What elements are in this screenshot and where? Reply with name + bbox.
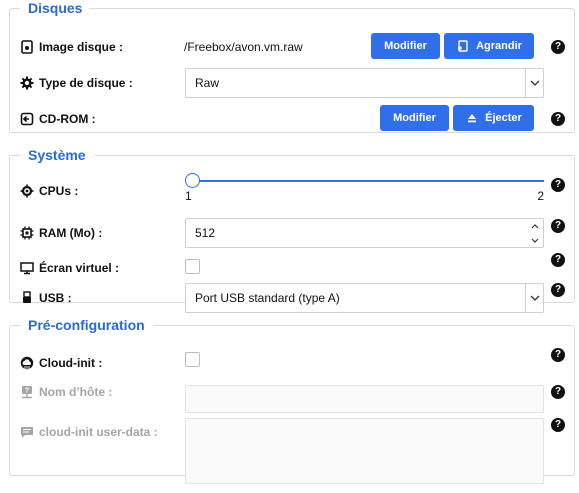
- slider-thumb[interactable]: [185, 173, 200, 188]
- ejecter-button[interactable]: Éjecter: [453, 105, 534, 131]
- usb-select[interactable]: Port USB standard (type A): [185, 283, 544, 313]
- chevron-down-icon: [525, 69, 543, 97]
- help-icon[interactable]: ?: [551, 348, 565, 362]
- help-icon[interactable]: ?: [551, 385, 565, 399]
- modifier-cdrom-button[interactable]: Modifier: [380, 105, 449, 131]
- modifier-image-button[interactable]: Modifier: [371, 33, 440, 59]
- usb-label: USB :: [20, 283, 72, 313]
- usb-icon: [20, 291, 34, 305]
- slider-max-label: 2: [537, 189, 544, 203]
- row-type-disque: Type de disque : Raw: [20, 68, 565, 98]
- ecran-virtuel-checkbox[interactable]: [185, 259, 200, 274]
- row-cpus: CPUs : 1 2 ?: [20, 173, 565, 206]
- section-title-disques: Disques: [28, 0, 83, 16]
- cloud-init-icon: [20, 356, 34, 370]
- memory-chip-icon: [20, 226, 34, 240]
- agrandir-button[interactable]: Agrandir: [444, 33, 534, 59]
- section-systeme: Système CPUs : 1 2 ? RAM (Mo): 512 ? Éc…: [9, 147, 575, 313]
- cpus-slider[interactable]: 1 2: [185, 173, 544, 206]
- cloud-init-checkbox[interactable]: [185, 352, 200, 367]
- ram-stepper[interactable]: [527, 219, 543, 247]
- row-image-disque: Image disque : /Freebox/avon.vm.raw Modi…: [20, 32, 565, 62]
- section-title-preconfiguration: Pré-configuration: [28, 317, 145, 333]
- help-icon[interactable]: ?: [551, 253, 565, 267]
- chevron-down-icon[interactable]: [527, 233, 543, 247]
- hostname-icon: ?: [20, 385, 34, 399]
- svg-text:?: ?: [25, 388, 29, 395]
- nom-hote-label: ? Nom d’hôte :: [20, 377, 112, 407]
- ram-input[interactable]: 512: [185, 218, 544, 248]
- row-cloud-init: Cloud-init : ?: [20, 348, 565, 378]
- row-nom-hote: ? Nom d’hôte : ?: [20, 377, 565, 413]
- user-data-textarea[interactable]: [185, 418, 544, 484]
- resize-disk-icon: [456, 39, 470, 53]
- help-icon[interactable]: ?: [551, 40, 565, 54]
- slider-track: [185, 180, 544, 182]
- section-title-systeme: Système: [28, 147, 86, 163]
- help-icon[interactable]: ?: [551, 178, 565, 192]
- chevron-up-icon[interactable]: [527, 219, 543, 233]
- monitor-icon: [20, 261, 34, 275]
- ecran-virtuel-label: Écran virtuel :: [20, 253, 119, 283]
- image-disque-value: /Freebox/avon.vm.raw: [184, 40, 303, 54]
- row-ecran-virtuel: Écran virtuel : ?: [20, 253, 565, 283]
- help-icon[interactable]: ?: [551, 112, 565, 126]
- image-disque-label: Image disque :: [20, 32, 123, 62]
- comment-icon: [20, 425, 34, 439]
- row-ram: RAM (Mo) : 512 ?: [20, 218, 565, 248]
- slider-min-label: 1: [185, 189, 192, 203]
- cpu-icon: [20, 184, 34, 198]
- gear-icon: [20, 76, 34, 90]
- row-cdrom: CD-ROM : Modifier Éjecter ?: [20, 104, 565, 134]
- help-icon[interactable]: ?: [551, 219, 565, 233]
- section-preconfiguration: Pré-configuration Cloud-init : ? ? Nom d…: [9, 317, 575, 484]
- cloud-init-label: Cloud-init :: [20, 348, 102, 378]
- row-user-data: cloud-init user-data : ?: [20, 408, 565, 486]
- help-icon[interactable]: ?: [551, 283, 565, 297]
- cdrom-label: CD-ROM :: [20, 104, 96, 134]
- chevron-down-icon: [525, 284, 543, 312]
- disk-image-icon: [20, 40, 34, 54]
- user-data-label: cloud-init user-data :: [20, 417, 158, 447]
- vm-settings-form: Disques Image disque : /Freebox/avon.vm.…: [0, 0, 579, 493]
- help-icon[interactable]: ?: [551, 418, 565, 432]
- section-disques: Disques Image disque : /Freebox/avon.vm.…: [9, 0, 575, 133]
- cpus-label: CPUs :: [20, 176, 78, 206]
- cdrom-icon: [20, 112, 34, 126]
- ram-label: RAM (Mo) :: [20, 218, 102, 248]
- eject-icon: [465, 111, 479, 125]
- type-disque-select[interactable]: Raw: [185, 68, 544, 98]
- row-usb: USB : Port USB standard (type A) ?: [20, 283, 565, 313]
- type-disque-label: Type de disque :: [20, 68, 133, 98]
